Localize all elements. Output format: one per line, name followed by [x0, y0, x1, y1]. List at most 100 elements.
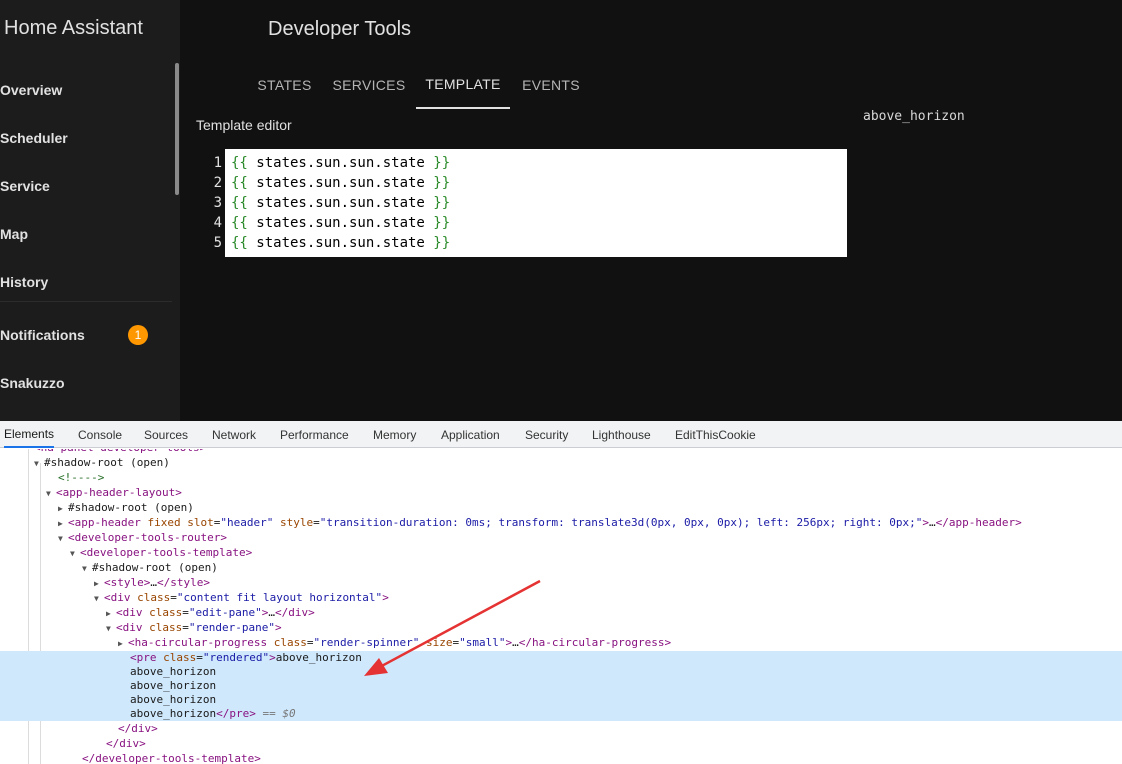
open-brace: {{ — [231, 155, 248, 171]
devtools-tab-console[interactable]: Console — [78, 421, 122, 448]
devtools-tab-lighthouse[interactable]: Lighthouse — [592, 421, 651, 448]
attr-name: style — [279, 516, 314, 529]
line-number: 4 — [213, 215, 222, 231]
dom-node-shadow-root[interactable]: ▼ #shadow-root (open) — [82, 560, 218, 575]
sidebar-item-scheduler[interactable]: Scheduler — [0, 118, 172, 158]
tag-name: /div — [112, 737, 140, 750]
devtools-panel: Elements Console Sources Network Perform… — [0, 421, 1122, 764]
collapse-triangle-icon[interactable]: ▼ — [94, 591, 104, 606]
dom-node-developer-tools-template[interactable]: ▼ <developer-tools-template> — [70, 545, 252, 560]
attr-name: class — [137, 591, 171, 604]
dom-node-developer-tools-router[interactable]: ▼ <developer-tools-router> — [58, 530, 227, 545]
devtools-tab-editthiscookie[interactable]: EditThisCookie — [675, 421, 756, 448]
collapse-triangle-icon[interactable]: ▼ — [46, 486, 56, 501]
selected-node-marker: == $0 — [262, 707, 296, 720]
devtools-tab-elements[interactable]: Elements — [4, 421, 55, 448]
dom-node-shadow-root[interactable]: ▶ #shadow-root (open) — [58, 500, 194, 515]
close-brace: }} — [433, 195, 451, 211]
expand-triangle-icon[interactable]: ▶ — [118, 636, 128, 651]
attr-value: "transition-duration: 0ms; transform: tr… — [319, 516, 923, 529]
devtools-tab-memory[interactable]: Memory — [373, 421, 416, 448]
collapse-triangle-icon[interactable]: ▼ — [34, 456, 44, 471]
line-number: 1 — [213, 155, 222, 171]
editor-label: Template editor — [196, 117, 292, 133]
dom-node-comment[interactable]: <!----> — [58, 470, 104, 485]
tag-name: div — [110, 591, 131, 604]
dom-node-content-div[interactable]: ▼ <div class="content fit layout horizont… — [94, 590, 389, 605]
sidebar-item-history[interactable]: History — [0, 262, 172, 302]
sidebar-item-label: Notifications — [0, 327, 85, 343]
tab-services[interactable]: SERVICES — [330, 61, 408, 109]
tab-template[interactable]: TEMPLATE — [416, 61, 510, 109]
tag-name: app-header-layout — [62, 486, 176, 499]
dom-node-close-template[interactable]: </developer-tools-template> — [82, 751, 261, 764]
tab-events[interactable]: EVENTS — [518, 61, 584, 109]
attr-name: fixed — [147, 516, 181, 529]
dom-node-circular-progress[interactable]: ▶ <ha-circular-progress class="render-spi… — [118, 635, 671, 650]
attr-value: "content fit layout horizontal" — [176, 591, 383, 604]
close-brace: }} — [433, 235, 451, 251]
pre-text-line: above_horizon — [130, 693, 217, 706]
dom-node-close-div[interactable]: </div> — [106, 736, 146, 751]
tag-name: ha-circular-progress — [532, 636, 665, 649]
attr-name: class — [273, 636, 307, 649]
devtools-tab-sources[interactable]: Sources — [144, 421, 188, 448]
code-expression: states.sun.sun.state — [247, 235, 434, 251]
collapse-triangle-icon[interactable]: ▼ — [82, 561, 92, 576]
dom-node-app-header[interactable]: ▶ <app-header fixed slot="header" style="… — [58, 515, 1022, 530]
tag-name: style — [110, 576, 144, 589]
sidebar-item-snakuzzo[interactable]: Snakuzzo — [0, 363, 172, 403]
code-line: 2 {{ states.sun.sun.state }} — [196, 173, 847, 193]
tag-name: div — [122, 621, 143, 634]
collapse-triangle-icon[interactable]: ▼ — [70, 546, 80, 561]
collapse-triangle-icon[interactable]: ▼ — [58, 531, 68, 546]
sidebar-item-overview[interactable]: Overview — [0, 70, 172, 110]
comment-text: <!----> — [58, 471, 105, 484]
dom-node-app-header-layout[interactable]: ▼ <app-header-layout> — [46, 485, 182, 500]
dom-node-style[interactable]: ▶ <style>…</style> — [94, 575, 210, 590]
dom-node-render-pane[interactable]: ▼ <div class="render-pane"> — [106, 620, 282, 635]
expand-triangle-icon[interactable]: ▶ — [58, 516, 68, 531]
code-expression: states.sun.sun.state — [247, 175, 434, 191]
sidebar-item-label: Snakuzzo — [0, 375, 65, 391]
devtools-tab-performance[interactable]: Performance — [280, 421, 349, 448]
sidebar-divider — [0, 301, 172, 302]
devtools-tab-application[interactable]: Application — [441, 421, 500, 448]
expand-triangle-icon[interactable]: ▶ — [58, 501, 68, 516]
pre-text-line: above_horizon — [130, 679, 217, 692]
collapsed-ellipsis: … — [268, 606, 275, 619]
sidebar-item-map[interactable]: Map — [0, 214, 172, 254]
dom-node-pre-rendered[interactable]: <pre class="rendered">above_horizon — [130, 650, 362, 665]
devtools-tab-security[interactable]: Security — [525, 421, 568, 448]
code-text: {{ states.sun.sun.state }} — [231, 233, 450, 253]
home-assistant-app: Home Assistant Overview Scheduler Servic… — [0, 0, 1122, 421]
pre-text-row: above_horizon</pre> == $0 — [130, 707, 296, 720]
expand-triangle-icon[interactable]: ▶ — [94, 576, 104, 591]
sidebar-header: Home Assistant — [0, 0, 180, 61]
dom-node-close-div[interactable]: </div> — [118, 721, 158, 736]
dom-node-edit-pane[interactable]: ▶ <div class="edit-pane">…</div> — [106, 605, 315, 620]
code-line: 1 {{ states.sun.sun.state }} — [196, 153, 847, 173]
attr-name: class — [149, 606, 183, 619]
close-brace: }} — [433, 155, 451, 171]
sidebar-item-service[interactable]: Service — [0, 166, 172, 206]
line-number: 2 — [213, 175, 222, 191]
dom-node-shadow-root[interactable]: ▼ #shadow-root (open) — [34, 455, 170, 470]
pre-text-row: above_horizon — [130, 664, 216, 679]
code-expression: states.sun.sun.state — [247, 195, 434, 211]
code-expression: states.sun.sun.state — [247, 155, 434, 171]
collapse-triangle-icon[interactable]: ▼ — [106, 621, 116, 636]
attr-value: "rendered" — [202, 651, 270, 664]
devtools-tab-network[interactable]: Network — [212, 421, 256, 448]
expand-triangle-icon[interactable]: ▶ — [106, 606, 116, 621]
sidebar-scrollbar[interactable] — [175, 63, 179, 195]
shadow-root-label: #shadow-root (open) — [44, 456, 170, 469]
line-number: 3 — [213, 195, 222, 211]
collapsed-ellipsis: … — [150, 576, 157, 589]
template-editor[interactable]: 1 {{ states.sun.sun.state }} 2 {{ states.s… — [196, 149, 847, 257]
app-title: Home Assistant — [4, 17, 143, 39]
collapsed-ellipsis: … — [929, 516, 936, 529]
tab-states[interactable]: STATES — [248, 61, 321, 109]
sidebar-item-notifications[interactable]: Notifications 1 — [0, 315, 172, 355]
pre-text-row: above_horizon — [130, 692, 216, 707]
